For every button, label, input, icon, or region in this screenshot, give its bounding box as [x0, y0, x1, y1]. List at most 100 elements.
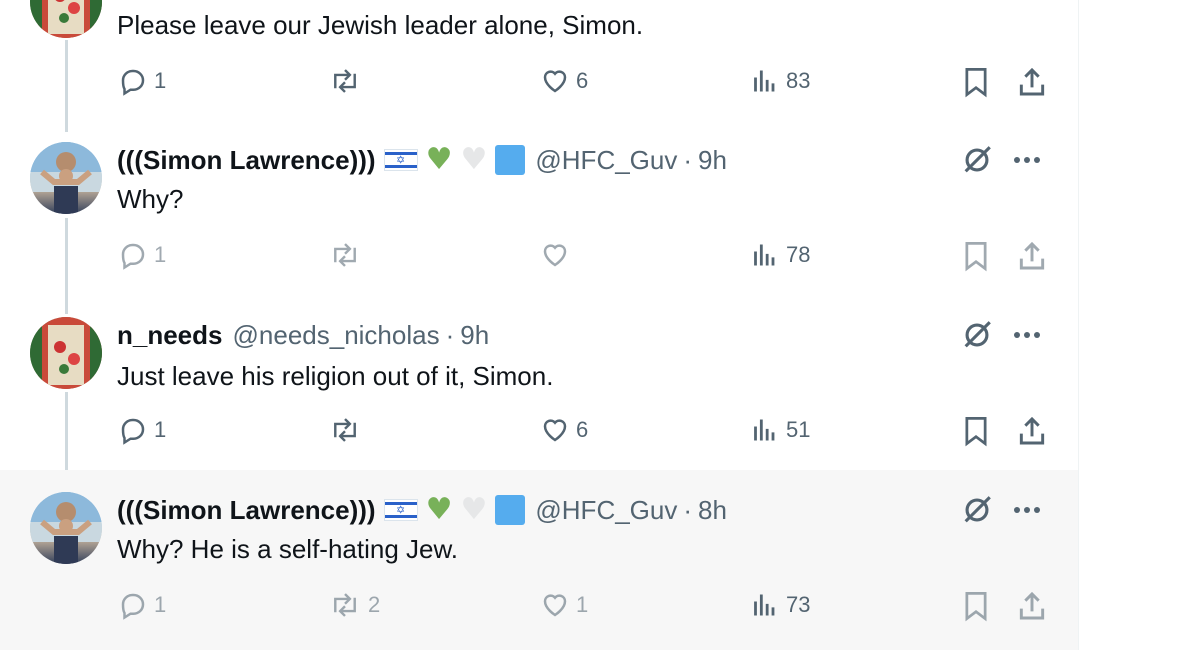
bookmark-icon: [965, 417, 987, 447]
avatar[interactable]: [30, 492, 102, 564]
bookmark-button[interactable]: [962, 415, 990, 447]
reply-button[interactable]: 1: [118, 415, 166, 445]
white-heart-icon: ♥: [460, 142, 488, 177]
tweet[interactable]: (((Simon Lawrence))) ✡ ♥ ♥ @HFC_Guv · 9h…: [0, 120, 1078, 295]
tweet-actions: 1 78: [0, 238, 1078, 278]
tweet-header: n_needs @needs_nicholas · 9h: [117, 319, 489, 351]
avatar[interactable]: [30, 142, 102, 214]
repost-count: 2: [368, 592, 381, 617]
separator-dot: ·: [683, 494, 693, 525]
reply-icon: [121, 593, 145, 620]
views-count: 73: [786, 592, 811, 617]
timestamp[interactable]: 8h: [698, 495, 727, 526]
views-icon: [754, 244, 775, 266]
bookmark-button[interactable]: [962, 590, 990, 622]
tweet[interactable]: (((Simon Lawrence))) ✡ ♥ ♥ @HFC_Guv · 8h…: [0, 470, 1078, 650]
blue-square-icon: [495, 495, 526, 525]
heart-icon: [543, 419, 567, 442]
share-button[interactable]: [1016, 415, 1048, 447]
israel-flag-icon: ✡: [383, 499, 418, 521]
tweet-menu: [960, 142, 1040, 178]
like-button[interactable]: [540, 240, 576, 270]
views-count: 51: [786, 417, 811, 442]
bookmark-button[interactable]: [962, 66, 990, 98]
grok-icon[interactable]: [960, 318, 994, 352]
like-count: 6: [576, 417, 589, 442]
tweet-text: Just leave his religion out of it, Simon…: [117, 361, 554, 391]
more-icon[interactable]: [1014, 507, 1040, 513]
reply-icon: [121, 418, 145, 445]
grok-icon[interactable]: [960, 143, 994, 177]
share-icon: [1019, 416, 1045, 445]
reply-icon: [121, 243, 145, 270]
heart-icon: [543, 70, 567, 93]
views-button[interactable]: 51: [752, 415, 810, 445]
reply-count: 1: [154, 68, 167, 93]
bookmark-icon: [965, 242, 987, 272]
views-button[interactable]: 78: [752, 240, 810, 270]
like-button[interactable]: 6: [540, 66, 588, 96]
like-count: 1: [576, 592, 589, 617]
bookmark-icon: [965, 68, 987, 98]
heart-icon: [543, 244, 567, 267]
views-count: 83: [786, 68, 811, 93]
reply-count: 1: [154, 242, 167, 267]
views-icon: [754, 594, 775, 616]
user-handle[interactable]: @needs_nicholas: [233, 320, 440, 351]
repost-button[interactable]: [328, 66, 368, 96]
reply-button[interactable]: 1: [118, 590, 166, 620]
tweet[interactable]: n_needs @needs_nicholas · 9h Just leave …: [0, 295, 1078, 470]
tweet-text: Why? He is a self-hating Jew.: [117, 534, 459, 564]
share-icon: [1019, 67, 1045, 96]
tweet-text: Please leave our Jewish leader alone, Si…: [117, 10, 644, 40]
repost-icon: [334, 418, 356, 442]
avatar[interactable]: [30, 317, 102, 389]
share-button[interactable]: [1016, 66, 1048, 98]
tweet-menu: [960, 317, 1040, 353]
display-name[interactable]: (((Simon Lawrence))): [117, 145, 376, 176]
separator-dot: ·: [683, 144, 693, 175]
tweet[interactable]: Please leave our Jewish leader alone, Si…: [0, 0, 1078, 120]
conversation-column: Please leave our Jewish leader alone, Si…: [0, 0, 1079, 650]
avatar[interactable]: [30, 0, 102, 38]
green-heart-icon: ♥: [425, 492, 453, 527]
tweet-header: (((Simon Lawrence))) ✡ ♥ ♥ @HFC_Guv · 8h: [117, 494, 727, 526]
share-button[interactable]: [1016, 240, 1048, 272]
tweet-text: Why?: [117, 184, 184, 214]
user-handle[interactable]: @HFC_Guv: [535, 495, 677, 526]
user-handle[interactable]: @HFC_Guv: [535, 145, 677, 176]
repost-button[interactable]: [328, 240, 368, 270]
display-name[interactable]: (((Simon Lawrence))): [117, 495, 376, 526]
like-button[interactable]: 6: [540, 415, 588, 445]
reply-icon: [121, 69, 145, 96]
more-icon[interactable]: [1014, 157, 1040, 163]
grok-icon[interactable]: [960, 493, 994, 527]
tweet-actions: 1 6 51: [0, 413, 1078, 453]
repost-button[interactable]: [328, 415, 368, 445]
views-icon: [754, 419, 775, 441]
views-button[interactable]: 83: [752, 66, 810, 96]
views-button[interactable]: 73: [752, 590, 810, 620]
views-icon: [754, 70, 775, 92]
more-icon[interactable]: [1014, 332, 1040, 338]
repost-icon: [334, 69, 356, 93]
reply-button[interactable]: 1: [118, 66, 166, 96]
share-icon: [1019, 591, 1045, 620]
display-name[interactable]: n_needs: [117, 320, 223, 351]
timestamp[interactable]: 9h: [698, 145, 727, 176]
repost-button[interactable]: 2: [328, 590, 380, 620]
timestamp[interactable]: 9h: [460, 320, 489, 351]
repost-icon: [334, 243, 356, 267]
blue-square-icon: [495, 145, 526, 175]
reply-button[interactable]: 1: [118, 240, 166, 270]
bookmark-icon: [965, 592, 987, 622]
like-count: 6: [576, 68, 589, 93]
like-button[interactable]: 1: [540, 590, 588, 620]
bookmark-button[interactable]: [962, 240, 990, 272]
share-button[interactable]: [1016, 590, 1048, 622]
repost-icon: [334, 593, 356, 617]
tweet-actions: 1 2 1 73: [0, 588, 1078, 628]
reply-count: 1: [154, 417, 167, 442]
heart-icon: [543, 594, 567, 617]
tweet-actions: 1 6 83: [0, 64, 1078, 104]
